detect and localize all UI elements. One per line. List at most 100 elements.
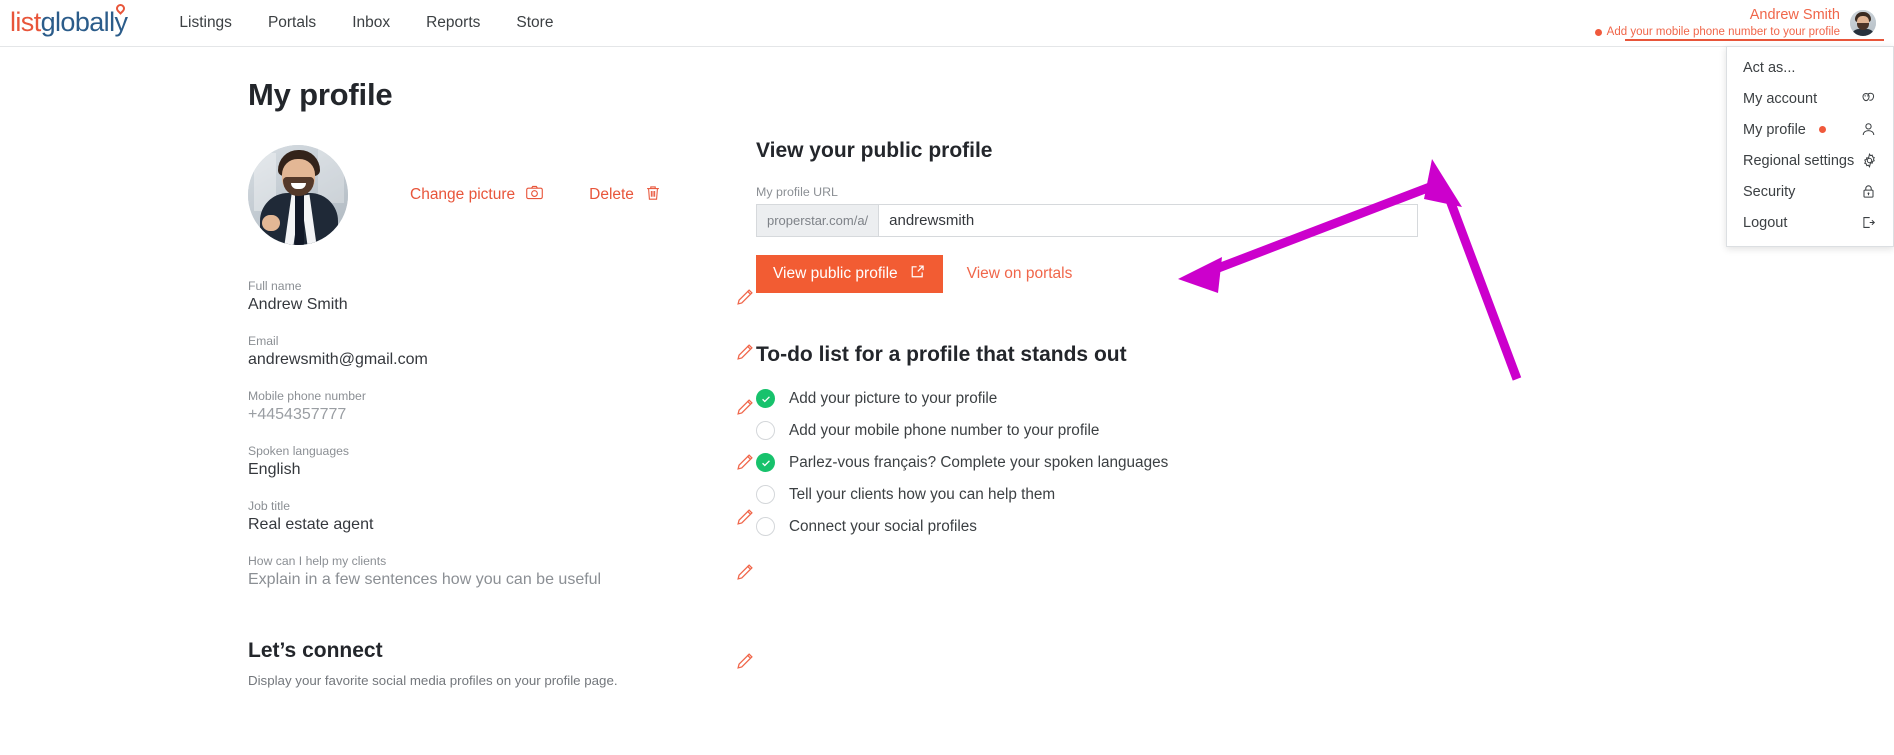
avatar[interactable] (1850, 10, 1876, 36)
todo-item-label: Tell your clients how you can help them (789, 485, 1056, 503)
profile-field-list: Full name Andrew Smith Email andrewsmith@gm… (248, 269, 753, 599)
menu-item-logout[interactable]: Logout (1727, 207, 1893, 238)
profile-field-value: andrewsmith@gmail.com (248, 351, 428, 368)
logo-text-globally: globally (40, 6, 128, 37)
todo-item[interactable]: Add your picture to your profile (756, 389, 1894, 408)
active-tab-underline (1624, 38, 1884, 41)
gear-icon (1861, 152, 1878, 169)
todo-item[interactable]: Connect your social profiles (756, 517, 1894, 536)
menu-item-my-account[interactable]: My account (1727, 83, 1893, 114)
profile-details-column: My profile Change picture Delete Full na… (0, 47, 753, 688)
menu-item-my-profile[interactable]: My profile (1727, 114, 1893, 145)
profile-picture-tie (295, 195, 304, 245)
profile-field-label: Mobile phone number (248, 389, 366, 403)
nav-item-inbox[interactable]: Inbox (334, 0, 408, 46)
profile-field: Mobile phone number +4454357777 (248, 379, 756, 434)
profile-field-value: Explain in a few sentences how you can b… (248, 571, 602, 588)
todo-unchecked-icon (756, 485, 775, 504)
todo-item-label: Connect your social profiles (789, 517, 977, 535)
profile-field-value: +4454357777 (248, 406, 347, 423)
menu-item-regional-settings[interactable]: Regional settings (1727, 145, 1893, 176)
change-picture-button[interactable]: Change picture (410, 183, 544, 207)
profile-url-prefix: properstar.com/a/ (757, 205, 880, 236)
todo-checked-icon (756, 389, 775, 408)
todo-item-label: Parlez-vous français? Complete your spok… (789, 453, 1169, 471)
todo-item[interactable]: Tell your clients how you can help them (756, 485, 1894, 504)
profile-field: Full name Andrew Smith (248, 269, 756, 324)
profile-picture-hand (262, 215, 280, 231)
profile-field-label: Spoken languages (248, 444, 349, 458)
avatar-suit (1851, 29, 1875, 36)
profile-field: Job title Real estate agent (248, 489, 756, 544)
menu-item-my-account-label: My account (1743, 90, 1818, 107)
edit-field-button[interactable] (734, 396, 756, 418)
todo-item-label: Add your picture to your profile (789, 389, 998, 407)
menu-item-security[interactable]: Security (1727, 176, 1893, 207)
todo-checked-icon (756, 453, 775, 472)
lets-connect-title: Let’s connect (248, 639, 383, 662)
trash-icon (644, 184, 662, 207)
user-dropdown-menu: Act as... My account My profile Regional… (1726, 46, 1894, 247)
profile-field-value: Andrew Smith (248, 296, 348, 313)
nav-item-reports[interactable]: Reports (408, 0, 498, 46)
user-menu-trigger[interactable]: Andrew Smith Add your mobile phone numbe… (1594, 6, 1884, 41)
profile-picture-row: Change picture Delete (248, 145, 700, 245)
view-public-profile-button[interactable]: View public profile (756, 255, 943, 293)
page-content: My profile Change picture Delete Full na… (0, 47, 1894, 688)
profile-picture[interactable] (248, 145, 348, 245)
listglobally-logo[interactable]: list globally (10, 1, 128, 38)
change-picture-label: Change picture (410, 186, 516, 203)
edit-field-button[interactable] (734, 341, 756, 363)
nav-item-store[interactable]: Store (498, 0, 571, 46)
view-public-profile-title: View your public profile (756, 139, 993, 162)
user-alert-banner[interactable]: Add your mobile phone number to your pro… (1594, 25, 1840, 39)
menu-item-my-profile-label: My profile (1743, 121, 1806, 138)
page-title: My profile (248, 77, 393, 112)
profile-url-input[interactable] (879, 205, 1417, 236)
lets-connect-subtitle: Display your favorite social media profi… (248, 673, 618, 688)
profile-url-label: My profile URL (756, 185, 838, 199)
lets-connect-section: Let’s connect Display your favorite soci… (248, 639, 756, 688)
delete-picture-label: Delete (589, 186, 634, 203)
profile-field: How can I help my clients Explain in a fe… (248, 544, 756, 599)
public-profile-actions: View public profile View on portals (756, 255, 1894, 293)
public-profile-column: View your public profile My profile URL … (700, 47, 1894, 688)
profile-field-label: How can I help my clients (248, 554, 387, 568)
alert-dot-icon (1594, 29, 1602, 37)
todo-list-title: To-do list for a profile that stands out (756, 343, 1127, 366)
profile-field-label: Email (248, 334, 279, 348)
menu-item-regional-settings-label: Regional settings (1743, 152, 1855, 169)
user-name-label[interactable]: Andrew Smith (1595, 6, 1840, 24)
todo-item[interactable]: Add your mobile phone number to your pro… (756, 421, 1894, 440)
profile-url-group: properstar.com/a/ (756, 204, 1418, 237)
external-link-icon (909, 263, 926, 285)
menu-item-act-as[interactable]: Act as... (1727, 53, 1893, 83)
todo-list: Add your picture to your profile Add your… (756, 389, 1894, 536)
logout-icon (1860, 214, 1877, 231)
delete-picture-button[interactable]: Delete (589, 184, 662, 207)
menu-item-logout-label: Logout (1743, 214, 1788, 231)
user-alert-label: Add your mobile phone number to your pro… (1606, 26, 1840, 39)
edit-field-button[interactable] (734, 506, 756, 528)
edit-field-button[interactable] (734, 286, 756, 308)
profile-field: Email andrewsmith@gmail.com (248, 324, 756, 379)
profile-field-value: English (248, 461, 301, 478)
todo-unchecked-icon (756, 517, 775, 536)
view-public-profile-label: View public profile (773, 265, 898, 282)
nav-item-portals[interactable]: Portals (250, 0, 334, 46)
view-on-portals-link[interactable]: View on portals (967, 265, 1073, 283)
menu-item-act-as-label: Act as... (1743, 60, 1796, 76)
edit-field-button[interactable] (734, 451, 756, 473)
profile-field-label: Job title (248, 499, 291, 513)
logo-text-list: list (10, 6, 41, 37)
todo-item-label: Add your mobile phone number to your pro… (789, 421, 1100, 439)
edit-lets-connect-button[interactable] (734, 650, 756, 672)
profile-field-value: Real estate agent (248, 516, 374, 533)
camera-icon (525, 183, 544, 207)
nav-item-listings[interactable]: Listings (161, 0, 250, 46)
edit-field-button[interactable] (734, 561, 756, 583)
todo-item[interactable]: Parlez-vous français? Complete your spok… (756, 453, 1894, 472)
my-profile-alert-dot-icon (1818, 126, 1826, 133)
todo-unchecked-icon (756, 421, 775, 440)
lock-icon (1860, 183, 1877, 200)
